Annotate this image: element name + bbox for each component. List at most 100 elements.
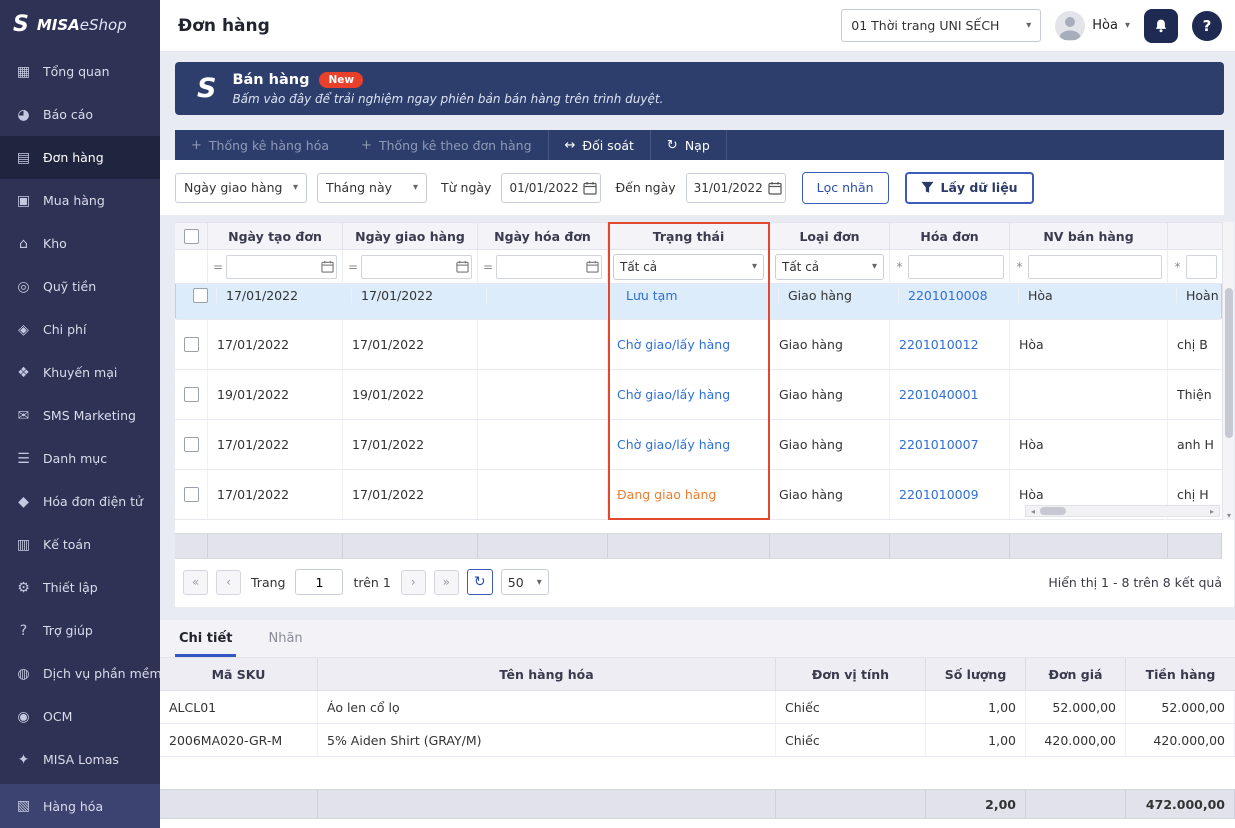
sidebar-item-label: Tổng quan bbox=[43, 64, 110, 79]
sidebar-item[interactable]: ▦ Tổng quan bbox=[0, 50, 160, 93]
calendar-icon[interactable] bbox=[583, 181, 598, 195]
scrollbar-thumb[interactable] bbox=[1225, 288, 1233, 438]
detail-column-product-name[interactable]: Tên hàng hóa bbox=[318, 658, 776, 690]
sidebar-item[interactable]: ◉ OCM bbox=[0, 695, 160, 738]
sidebar-item[interactable]: ◆ Hóa đơn điện tử bbox=[0, 480, 160, 523]
column-header-order-type[interactable]: Loại đơn bbox=[770, 223, 890, 249]
sidebar-item[interactable]: ✉ SMS Marketing bbox=[0, 394, 160, 437]
column-header-invoice-date[interactable]: Ngày hóa đơn bbox=[478, 223, 608, 249]
detail-column-unit-price[interactable]: Đơn giá bbox=[1026, 658, 1126, 690]
store-selector[interactable]: 01 Thời trang UNI SẾCH ▾ bbox=[841, 9, 1042, 42]
column-header-status[interactable]: Trạng thái bbox=[608, 223, 770, 249]
row-checkbox[interactable] bbox=[183, 337, 199, 352]
row-checkbox[interactable] bbox=[183, 387, 199, 402]
detail-row[interactable]: 2006MA020-GR-M 5% Aiden Shirt (GRAY/M) C… bbox=[160, 724, 1235, 757]
sales-banner[interactable]: S Bán hàng New Bấm vào đây để trải nghiệ… bbox=[175, 62, 1224, 115]
scroll-right-arrow-icon[interactable]: ▸ bbox=[1205, 507, 1219, 516]
contains-operator[interactable]: * bbox=[1173, 260, 1182, 274]
detail-tab[interactable]: Chi tiết bbox=[175, 620, 237, 657]
sales-staff-filter-input[interactable] bbox=[1028, 254, 1162, 279]
tag-filter-button[interactable]: Lọc nhãn bbox=[801, 171, 889, 204]
sidebar-item[interactable]: ▤ Đơn hàng bbox=[0, 136, 160, 179]
invoice-link[interactable]: 2201010007 bbox=[899, 437, 979, 452]
select-all-checkbox[interactable] bbox=[183, 228, 199, 244]
notifications-button[interactable] bbox=[1144, 8, 1178, 43]
invoice-link[interactable]: 2201010009 bbox=[899, 487, 979, 502]
cell-customer: chị B bbox=[1177, 337, 1208, 352]
row-checkbox[interactable] bbox=[183, 487, 199, 502]
contains-operator[interactable]: * bbox=[1015, 260, 1024, 274]
next-page-button[interactable]: › bbox=[400, 569, 426, 595]
detail-column-unit[interactable]: Đơn vị tính bbox=[776, 658, 926, 690]
user-name: Hòa bbox=[1092, 18, 1118, 33]
horizontal-scrollbar[interactable]: ◂ ▸ bbox=[1025, 505, 1220, 517]
last-page-button[interactable]: » bbox=[433, 569, 459, 595]
cell-unit-price: 52.000,00 bbox=[1026, 691, 1126, 723]
calendar-icon[interactable] bbox=[456, 260, 469, 273]
period-select[interactable]: Tháng này ▾ bbox=[317, 172, 427, 203]
detail-column-sku[interactable]: Mã SKU bbox=[160, 658, 318, 690]
page-size-select[interactable]: 50 ▾ bbox=[500, 569, 549, 595]
order-row[interactable]: 17/01/2022 17/01/2022 Chờ giao/lấy hàng … bbox=[175, 320, 1222, 370]
help-button[interactable]: ? bbox=[1192, 10, 1222, 41]
prev-page-button[interactable]: ‹ bbox=[216, 569, 241, 595]
toolbar-item[interactable]: + Thống kê hàng hóa bbox=[175, 130, 345, 160]
invoice-link[interactable]: 2201010008 bbox=[908, 288, 988, 303]
sidebar-item[interactable]: ◕ Báo cáo bbox=[0, 93, 160, 136]
vertical-scrollbar[interactable]: ▾ bbox=[1222, 222, 1234, 520]
order-row[interactable]: 17/01/2022 17/01/2022 Lưu tạm Giao hàng … bbox=[175, 284, 1222, 320]
user-menu[interactable]: Hòa ▾ bbox=[1055, 10, 1130, 41]
sidebar-item[interactable]: ⚙ Thiết lập bbox=[0, 566, 160, 609]
app-logo[interactable]: S MISAeShop bbox=[0, 0, 160, 50]
calendar-icon[interactable] bbox=[768, 181, 782, 195]
equals-operator[interactable]: = bbox=[348, 260, 358, 274]
sidebar-item[interactable]: ▥ Kế toán bbox=[0, 523, 160, 566]
invoice-link[interactable]: 2201010012 bbox=[899, 337, 979, 352]
detail-column-amount[interactable]: Tiền hàng bbox=[1126, 658, 1235, 690]
expenses-icon: ◈ bbox=[18, 321, 29, 338]
sidebar-item[interactable]: ▧ Hàng hóa bbox=[0, 784, 160, 828]
scrollbar-thumb[interactable] bbox=[1040, 507, 1066, 515]
row-checkbox[interactable] bbox=[183, 437, 199, 452]
column-header-invoice-no[interactable]: Hóa đơn bbox=[890, 223, 1010, 249]
invoice-link[interactable]: 2201040001 bbox=[899, 387, 979, 402]
order-type-filter-select[interactable]: Tất cả ▾ bbox=[775, 253, 884, 280]
sidebar-item[interactable]: ◍ Dịch vụ phần mềm bbox=[0, 652, 160, 695]
calendar-icon[interactable] bbox=[586, 260, 599, 273]
sidebar-item[interactable]: ◎ Quỹ tiền bbox=[0, 265, 160, 308]
detail-row[interactable]: ALCL01 Áo len cổ lọ Chiếc 1,00 52.000,00… bbox=[160, 691, 1235, 724]
column-header-customer[interactable] bbox=[1168, 223, 1222, 249]
detail-tab[interactable]: Nhãn bbox=[264, 620, 306, 657]
sidebar-item[interactable]: ☰ Danh mục bbox=[0, 437, 160, 480]
customer-filter-input[interactable] bbox=[1186, 254, 1217, 279]
scroll-down-arrow-icon[interactable]: ▾ bbox=[1223, 511, 1235, 520]
toolbar-item[interactable]: ↔ Đối soát bbox=[547, 130, 650, 160]
sidebar-item[interactable]: ⌂ Kho bbox=[0, 222, 160, 265]
contains-operator[interactable]: * bbox=[895, 260, 904, 274]
detail-column-quantity[interactable]: Số lượng bbox=[926, 658, 1026, 690]
scroll-left-arrow-icon[interactable]: ◂ bbox=[1026, 507, 1040, 516]
toolbar-item[interactable]: ↻ Nạp bbox=[649, 130, 727, 160]
row-checkbox[interactable] bbox=[192, 287, 208, 303]
get-data-button[interactable]: Lấy dữ liệu bbox=[904, 171, 1034, 204]
sidebar-item[interactable]: ? Trợ giúp bbox=[0, 609, 160, 652]
refresh-button[interactable]: ↻ bbox=[466, 569, 493, 595]
order-row[interactable]: 17/01/2022 17/01/2022 Chờ giao/lấy hàng … bbox=[175, 420, 1222, 470]
sidebar-item[interactable]: ▣ Mua hàng bbox=[0, 179, 160, 222]
date-type-select[interactable]: Ngày giao hàng ▾ bbox=[175, 172, 307, 203]
invoice-no-filter-input[interactable] bbox=[908, 254, 1004, 279]
equals-operator[interactable]: = bbox=[483, 260, 493, 274]
column-header-sales-staff[interactable]: NV bán hàng bbox=[1010, 223, 1168, 249]
page-number-input[interactable] bbox=[295, 569, 344, 595]
toolbar-item[interactable]: + Thống kê theo đơn hàng bbox=[345, 130, 547, 160]
first-page-button[interactable]: « bbox=[183, 569, 208, 595]
sidebar-item[interactable]: ✦ MISA Lomas bbox=[0, 738, 160, 781]
column-header-delivery-date[interactable]: Ngày giao hàng bbox=[343, 223, 478, 249]
status-filter-select[interactable]: Tất cả ▾ bbox=[613, 253, 764, 280]
order-row[interactable]: 19/01/2022 19/01/2022 Chờ giao/lấy hàng … bbox=[175, 370, 1222, 420]
equals-operator[interactable]: = bbox=[213, 260, 223, 274]
column-header-created-date[interactable]: Ngày tạo đơn bbox=[208, 223, 343, 249]
calendar-icon[interactable] bbox=[321, 260, 334, 273]
sidebar-item[interactable]: ❖ Khuyến mại bbox=[0, 351, 160, 394]
sidebar-item[interactable]: ◈ Chi phí bbox=[0, 308, 160, 351]
